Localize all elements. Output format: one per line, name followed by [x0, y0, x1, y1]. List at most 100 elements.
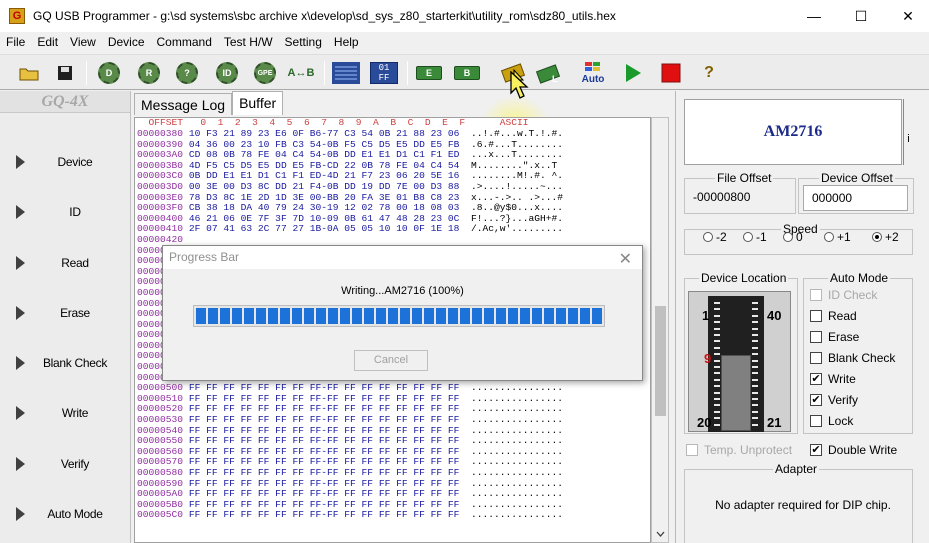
hex-row-ascii: /.Ac,w'.........: [470, 223, 564, 235]
speed-radio[interactable]: +1: [824, 230, 851, 244]
sidebar: GQ-4X Device ID Read Erase Blank Check W…: [0, 91, 131, 543]
hex-row-ascii: ..!.#...w.T.!.#.: [470, 128, 564, 139]
auto-mode-checkbox[interactable]: Erase: [810, 330, 859, 344]
open-folder-icon[interactable]: [14, 59, 44, 87]
menu-view[interactable]: View: [64, 32, 102, 53]
save-disk-icon[interactable]: [50, 59, 80, 87]
file-offset-value: -00000800: [693, 190, 751, 204]
run-icon[interactable]: [618, 59, 648, 87]
speed-radio[interactable]: -1: [743, 230, 767, 244]
speed-radio[interactable]: 0: [783, 230, 803, 244]
double-write-checkbox[interactable]: ✔ Double Write: [810, 443, 897, 457]
hex-row-bytes: CD 08 0B 78 FE 04 C4 54-0B DD E1 E1 D1 C…: [188, 149, 460, 161]
device-offset-field[interactable]: 000000: [803, 185, 908, 211]
speed-radio[interactable]: -2: [703, 230, 727, 244]
svg-text:L: L: [552, 74, 558, 84]
auto-mode-checkbox[interactable]: Read: [810, 309, 857, 323]
erase-chip-icon[interactable]: E: [414, 59, 444, 87]
close-button[interactable]: ✕: [885, 0, 929, 32]
hex-row-ascii: ................: [470, 392, 564, 404]
auto-mode-checkbox[interactable]: ✔ Write: [810, 372, 856, 386]
menu-bar: File Edit View Device Command Test H/W S…: [0, 32, 929, 53]
tab-buffer[interactable]: Buffer: [232, 91, 284, 115]
verify-chip-icon[interactable]: L: [534, 59, 564, 87]
hex-row-address: 000005C0: [137, 509, 184, 521]
menu-setting[interactable]: Setting: [279, 32, 328, 53]
hex-row-bytes: 46 21 06 0E 7F 3F 7D 10-09 0B 61 47 48 2…: [188, 212, 460, 224]
window-title: GQ USB Programmer - g:\sd systems\sbc ar…: [33, 9, 616, 23]
sidebar-item-blank-check[interactable]: Blank Check: [0, 338, 131, 388]
sidebar-item-id[interactable]: ID: [0, 187, 131, 237]
buffer-grid-icon[interactable]: [331, 59, 361, 87]
hex-01ff-icon[interactable]: 01 FF: [369, 59, 399, 87]
sidebar-item-write[interactable]: Write: [0, 388, 131, 438]
speed-radio-label: 0: [796, 230, 803, 244]
hex-row-address: 00000560: [137, 445, 184, 457]
menu-device[interactable]: Device: [102, 32, 151, 53]
hex-row-address: 000005B0: [137, 498, 184, 510]
scroll-down-icon[interactable]: [656, 531, 665, 537]
cancel-button[interactable]: Cancel: [354, 350, 428, 371]
menu-edit[interactable]: Edit: [31, 32, 64, 53]
temp-unprotect-checkbox[interactable]: Temp. Unprotect: [686, 443, 792, 457]
hex-row-address: 000003F0: [137, 202, 184, 214]
hex-row-address: 00000540: [137, 424, 184, 436]
read-gear-icon[interactable]: R: [134, 59, 164, 87]
id-gear-icon[interactable]: ID: [212, 59, 242, 87]
hex-row-ascii: .>....!.....~...: [470, 180, 564, 192]
hex-row-ascii: ................: [470, 498, 564, 510]
hex-row-address: 00000420: [137, 233, 184, 245]
hex-row-address: 00000500: [137, 382, 184, 394]
play-arrow-icon: [16, 205, 25, 219]
menu-file[interactable]: File: [0, 32, 31, 53]
sidebar-item-read[interactable]: Read: [0, 238, 131, 288]
menu-command[interactable]: Command: [151, 32, 218, 53]
hex-row-address: 00000580: [137, 467, 184, 478]
hex-row-ascii: ................: [470, 382, 564, 394]
auto-mode-checkbox[interactable]: Blank Check: [810, 351, 895, 365]
help-icon[interactable]: ?: [694, 59, 724, 87]
hex-row-bytes: FF FF FF FF FF FF FF FF-FF FF FF FF FF F…: [188, 403, 460, 415]
socket-pin-row: [714, 340, 758, 343]
sidebar-item-verify[interactable]: Verify: [0, 439, 131, 489]
auto-mode-checkbox[interactable]: ID Check: [810, 288, 877, 302]
radio-dot: [824, 232, 834, 242]
app-window: G GQ USB Programmer - g:\sd systems\sbc …: [0, 0, 929, 543]
hex-row-address: 000003C0: [137, 170, 184, 182]
menu-test-hw[interactable]: Test H/W: [218, 32, 279, 53]
hex-row-address: 000005A0: [137, 488, 184, 500]
hex-scrollbar[interactable]: [651, 117, 669, 543]
maximize-button[interactable]: ☐: [838, 0, 884, 32]
minimize-button[interactable]: —: [791, 0, 837, 32]
sidebar-item-auto-mode[interactable]: Auto Mode: [0, 489, 131, 539]
stop-icon[interactable]: [656, 59, 686, 87]
auto-mode-label: Write: [828, 372, 856, 386]
scrollbar-thumb[interactable]: [655, 306, 666, 416]
play-arrow-icon: [16, 406, 25, 420]
socket-pin-row: [714, 346, 758, 349]
toolbar: D R ? ID GPE A↔B 01 FF E B L Auto ?: [0, 54, 929, 155]
hex-row-address: 00000380: [137, 128, 184, 139]
auto-mode-checkbox[interactable]: ✔ Verify: [810, 393, 858, 407]
menu-help[interactable]: Help: [328, 32, 365, 53]
adapter-info: No adapter required for DIP chip.: [715, 498, 891, 512]
auto-icon[interactable]: Auto: [578, 59, 608, 87]
app-logo-icon: G: [9, 8, 25, 24]
dialog-close-button[interactable]: ✕: [619, 248, 632, 271]
auto-mode-label: Erase: [828, 330, 860, 344]
chip-info-button[interactable]: i: [903, 99, 913, 165]
blank-check-gear-icon[interactable]: ?: [172, 59, 202, 87]
gpe-gear-icon[interactable]: GPE: [250, 59, 280, 87]
sidebar-item-device[interactable]: Device: [0, 137, 131, 187]
a-to-b-icon[interactable]: A↔B: [286, 59, 316, 87]
hex-row-address: 00000550: [137, 435, 184, 447]
sidebar-item-erase[interactable]: Erase: [0, 288, 131, 338]
hex-row-bytes: FF FF FF FF FF FF FF FF-FF FF FF FF FF F…: [188, 477, 460, 489]
auto-mode-checkbox[interactable]: Lock: [810, 414, 853, 428]
hex-row-bytes: 04 36 00 23 10 FB C3 54-0B F5 C5 D5 E5 D…: [188, 138, 460, 150]
tab-message-log[interactable]: Message Log: [134, 93, 233, 115]
radio-dot: [703, 232, 713, 242]
device-gear-icon[interactable]: D: [94, 59, 124, 87]
blank-chip-icon[interactable]: B: [452, 59, 482, 87]
speed-radio[interactable]: +2: [872, 230, 899, 244]
